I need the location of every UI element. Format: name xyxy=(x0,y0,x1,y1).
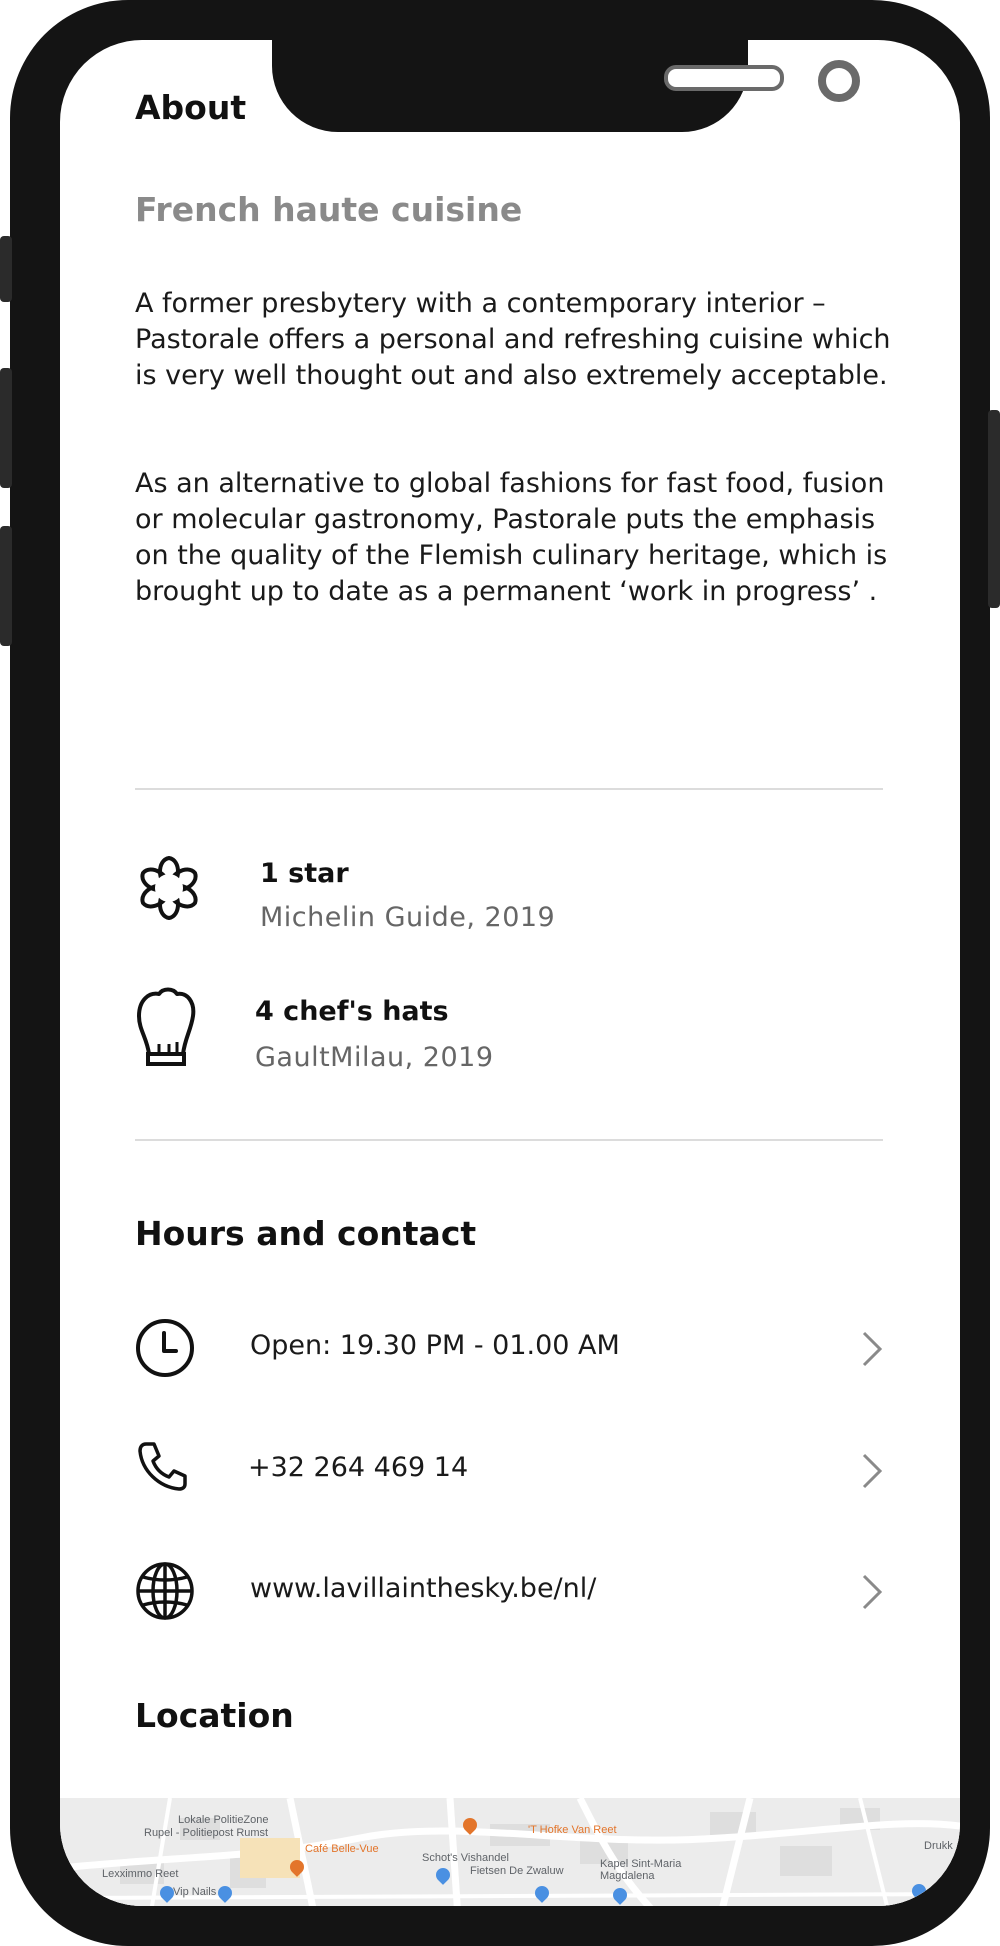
globe-icon xyxy=(135,1561,195,1626)
award-subtitle: GaultMilau, 2019 xyxy=(255,1042,494,1073)
award-subtitle: Michelin Guide, 2019 xyxy=(260,902,556,933)
notch xyxy=(272,40,860,132)
map-label: Lokale PolitieZone xyxy=(178,1814,269,1826)
about-paragraph-1: A former presbytery with a contemporary … xyxy=(135,288,891,391)
hours-row[interactable]: Open: 19.30 PM - 01.00 AM xyxy=(135,1316,895,1380)
chevron-right-icon xyxy=(861,1330,883,1373)
divider xyxy=(135,1139,883,1141)
clock-icon xyxy=(135,1318,195,1383)
map-label: Drukk xyxy=(924,1840,953,1852)
map-label: Rupel - Politiepost Rumst xyxy=(144,1827,269,1839)
power-button xyxy=(988,410,1000,608)
award-michelin: 1 star Michelin Guide, 2019 xyxy=(135,852,883,942)
volume-down-button xyxy=(0,526,12,646)
front-camera xyxy=(818,60,860,102)
award-title: 1 star xyxy=(260,858,349,889)
map-label: Vip Nails xyxy=(173,1886,217,1898)
map-label: Lexximmo Reet xyxy=(102,1868,179,1880)
phone-number: +32 264 469 14 xyxy=(248,1452,469,1483)
location-heading: Location xyxy=(135,1696,294,1735)
contact-heading: Hours and contact xyxy=(135,1214,477,1253)
hours-text: Open: 19.30 PM - 01.00 AM xyxy=(250,1330,620,1361)
phone-icon xyxy=(137,1440,189,1497)
about-paragraph-2: As an alternative to global fashions for… xyxy=(135,468,888,607)
award-title: 4 chef's hats xyxy=(255,996,449,1027)
map-label: Fietsen De Zwaluw xyxy=(470,1865,564,1877)
map-label: Schot's Vishandel xyxy=(422,1852,509,1864)
website-link[interactable]: www.lavillainthesky.be/nl/ xyxy=(250,1573,596,1604)
mute-switch xyxy=(0,236,12,302)
volume-up-button xyxy=(0,368,12,488)
divider xyxy=(135,788,883,790)
phone-row[interactable]: +32 264 469 14 xyxy=(135,1438,895,1502)
map-label: Magdalena xyxy=(600,1870,655,1882)
map-label: Kapel Sint-Maria xyxy=(600,1858,682,1870)
map-label: Café Belle-Vue xyxy=(305,1843,379,1855)
speaker-grille xyxy=(664,65,784,91)
phone-frame: About French haute cuisine A former pres… xyxy=(0,0,1000,1946)
chef-hat-icon xyxy=(135,986,197,1073)
map-label: 'T Hofke Van Reet xyxy=(528,1824,617,1836)
michelin-star-icon xyxy=(135,852,203,929)
chevron-right-icon xyxy=(861,1573,883,1616)
award-gaultmillau: 4 chef's hats GaultMilau, 2019 xyxy=(135,986,883,1076)
screen: About French haute cuisine A former pres… xyxy=(60,40,960,1906)
location-map[interactable]: Lokale PolitieZone Rupel - Politiepost R… xyxy=(60,1798,960,1906)
cuisine-subtitle: French haute cuisine xyxy=(135,190,523,229)
about-heading: About xyxy=(135,88,247,127)
chevron-right-icon xyxy=(861,1452,883,1495)
website-row[interactable]: www.lavillainthesky.be/nl/ xyxy=(135,1559,895,1623)
